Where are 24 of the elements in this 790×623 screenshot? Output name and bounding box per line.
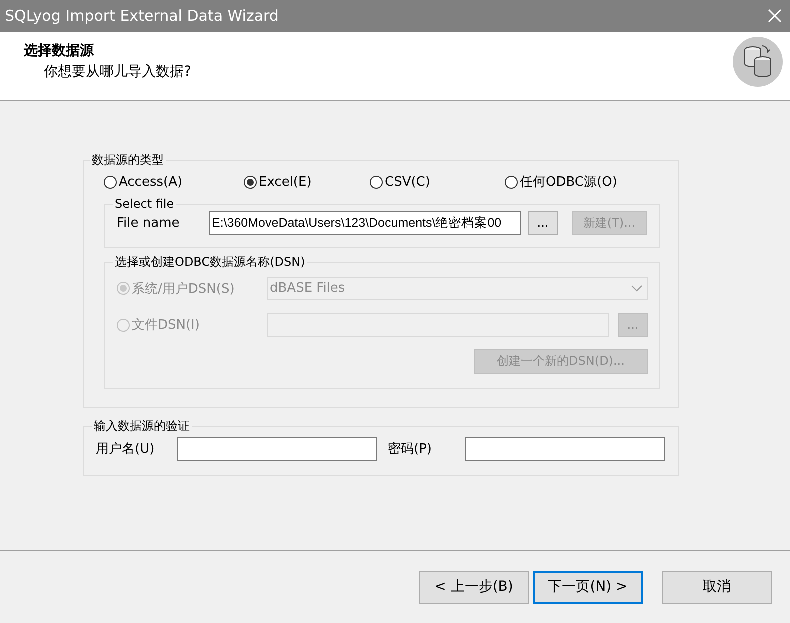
page-subtitle: 你想要从哪儿导入数据? [43, 63, 192, 81]
radio-button[interactable]: CSV(C) [370, 173, 505, 191]
wizard-button[interactable]: 下一页(N) > [533, 570, 643, 604]
field-label: 用户名(U) [96, 441, 156, 458]
window-title: SQLyog Import External Data Wizard [5, 7, 279, 25]
close-icon[interactable] [768, 9, 782, 23]
group-title: 输入数据源的验证 [93, 418, 191, 435]
page-title: 选择数据源 [24, 42, 96, 60]
radio-button[interactable]: Access(A) [104, 173, 244, 191]
password-field[interactable] [465, 437, 665, 461]
group-title: 选择或创建ODBC数据源名称(DSN) [114, 254, 306, 271]
browse-button[interactable]: ... [528, 211, 558, 235]
radio-button[interactable]: Excel(E) [244, 173, 370, 191]
radio-button[interactable]: 任何ODBC源(O) [505, 173, 668, 191]
wizard-button[interactable]: < 上一步(B) [419, 570, 529, 604]
username-field[interactable] [177, 437, 377, 461]
file-name-field[interactable]: E:\360MoveData\Users\123\Documents\绝密档案00 [209, 211, 521, 235]
chevron-down-icon [631, 285, 643, 292]
field-label: 密码(P) [388, 441, 433, 458]
wizard-button[interactable]: 取消 [662, 570, 772, 604]
group-title: 数据源的类型 [91, 152, 165, 169]
group-title: Select file [114, 197, 176, 211]
database-icon [732, 36, 784, 88]
field-label: File name [117, 216, 181, 230]
